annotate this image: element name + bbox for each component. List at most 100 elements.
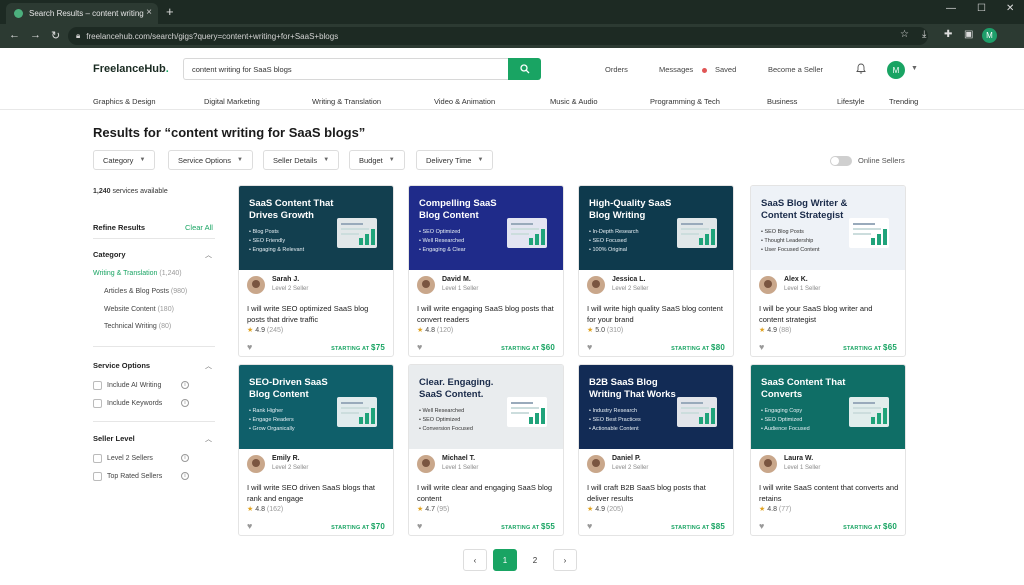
include-keywords-checkbox[interactable] (93, 399, 102, 408)
gig-title[interactable]: I will write high quality SaaS blog cont… (587, 303, 727, 325)
category-link-video-animation[interactable]: Video & Animation (434, 97, 495, 106)
info-icon[interactable]: i (181, 472, 189, 480)
gig-thumbnail[interactable]: Compelling SaaS Blog Content • SEO Optimi… (409, 186, 563, 270)
sidebar-item-website-content[interactable]: Website Content (180) (104, 306, 174, 313)
online-sellers-toggle[interactable] (830, 156, 852, 166)
gig-thumbnail[interactable]: SaaS Content That Drives Growth • Blog Po… (239, 186, 393, 270)
gig-thumbnail[interactable]: B2B SaaS Blog Writing That Works • Indust… (579, 365, 733, 449)
gig-card[interactable]: SaaS Blog Writer & Content Strategist • S… (750, 185, 906, 357)
bookmark-star-icon[interactable]: ☆ (900, 29, 909, 40)
filter-seller-details[interactable]: Seller Details ▼ (263, 150, 340, 170)
seller-name[interactable]: Sarah J. (272, 276, 299, 283)
messages-link[interactable]: Messages (659, 65, 693, 74)
gig-title[interactable]: I will write clear and engaging SaaS blo… (417, 482, 557, 504)
new-tab-icon[interactable]: + (166, 4, 174, 19)
forward-icon[interactable]: → (30, 29, 41, 41)
avatar[interactable] (417, 276, 435, 294)
gig-thumbnail[interactable]: SaaS Content That Converts • Engaging Cop… (751, 365, 905, 449)
info-icon[interactable]: i (181, 454, 189, 462)
avatar[interactable] (417, 455, 435, 473)
gig-card[interactable]: B2B SaaS Blog Writing That Works • Indust… (578, 364, 734, 536)
gig-title[interactable]: I will craft B2B SaaS blog posts that de… (587, 482, 727, 504)
gig-card[interactable]: SEO-Driven SaaS Blog Content • Rank Highe… (238, 364, 394, 536)
favorite-heart-icon[interactable]: ♥ (417, 342, 422, 352)
gig-thumbnail[interactable]: High-Quality SaaS Blog Writing • In-Depth… (579, 186, 733, 270)
sidepanel-icon[interactable]: ▣ (964, 29, 973, 40)
filter-service-options[interactable]: Service Options ▼ (168, 150, 253, 170)
pagination-page-2[interactable]: 2 (523, 549, 547, 571)
category-heading[interactable]: Category (93, 250, 126, 259)
seller-name[interactable]: Jessica L. (612, 276, 645, 283)
gig-title[interactable]: I will be your SaaS blog writer and cont… (759, 303, 899, 325)
search-button[interactable] (508, 58, 541, 80)
gig-card[interactable]: SaaS Content That Converts • Engaging Cop… (750, 364, 906, 536)
avatar[interactable] (247, 276, 265, 294)
top-rated-sellers-checkbox[interactable] (93, 472, 102, 481)
sidebar-item-articles-blog-posts[interactable]: Articles & Blog Posts (980) (104, 288, 187, 295)
seller-name[interactable]: Emily R. (272, 455, 300, 462)
favorite-heart-icon[interactable]: ♥ (587, 342, 592, 352)
filter-budget[interactable]: Budget ▼ (349, 150, 405, 170)
gig-card[interactable]: High-Quality SaaS Blog Writing • In-Depth… (578, 185, 734, 357)
chevron-up-icon[interactable]: ︿ (205, 250, 212, 260)
pagination-next[interactable]: › (553, 549, 577, 571)
category-link-trending[interactable]: Trending (889, 97, 918, 106)
close-tab-icon[interactable]: × (146, 7, 152, 18)
category-link-digital-marketing[interactable]: Digital Marketing (204, 97, 260, 106)
search-input[interactable] (183, 58, 508, 80)
pagination-page-1[interactable]: 1 (493, 549, 517, 571)
favorite-heart-icon[interactable]: ♥ (759, 521, 764, 531)
gig-title[interactable]: I will write SEO driven SaaS blogs that … (247, 482, 387, 504)
filter-delivery-time[interactable]: Delivery Time ▼ (416, 150, 494, 170)
favorite-heart-icon[interactable]: ♥ (247, 521, 252, 531)
info-icon[interactable]: i (181, 399, 189, 407)
category-link-lifestyle[interactable]: Lifestyle (837, 97, 865, 106)
chevron-up-icon[interactable]: ︿ (205, 434, 212, 444)
gig-thumbnail[interactable]: SEO-Driven SaaS Blog Content • Rank Highe… (239, 365, 393, 449)
back-icon[interactable]: ← (9, 29, 20, 41)
gig-card[interactable]: Clear. Engaging. SaaS Content. • Well Res… (408, 364, 564, 536)
avatar[interactable] (759, 455, 777, 473)
include-ai-writing-checkbox[interactable] (93, 381, 102, 390)
category-link-programming-tech[interactable]: Programming & Tech (650, 97, 720, 106)
gig-card[interactable]: SaaS Content That Drives Growth • Blog Po… (238, 185, 394, 357)
chevron-up-icon[interactable]: ︿ (205, 361, 212, 371)
clear-all-link[interactable]: Clear All (185, 223, 213, 232)
site-logo[interactable]: FreelanceHub. (93, 63, 169, 75)
gig-title[interactable]: I will write SEO optimized SaaS blog pos… (247, 303, 387, 325)
pagination-prev[interactable]: ‹ (463, 549, 487, 571)
orders-link[interactable]: Orders (605, 65, 628, 74)
maximize-icon[interactable]: ☐ (977, 3, 986, 14)
category-link-writing-translation[interactable]: Writing & Translation (312, 97, 381, 106)
service-options-heading[interactable]: Service Options (93, 361, 150, 370)
become-seller-link[interactable]: Become a Seller (768, 65, 823, 74)
download-icon[interactable]: ⤓ (922, 29, 926, 40)
seller-name[interactable]: Daniel P. (612, 455, 641, 462)
avatar[interactable] (587, 455, 605, 473)
filter-category[interactable]: Category ▼ (93, 150, 156, 170)
gig-thumbnail[interactable]: SaaS Blog Writer & Content Strategist • S… (751, 186, 905, 270)
favorite-heart-icon[interactable]: ♥ (759, 342, 764, 352)
seller-name[interactable]: Laura W. (784, 455, 813, 462)
saved-link[interactable]: Saved (702, 65, 736, 74)
favorite-heart-icon[interactable]: ♥ (247, 342, 252, 352)
gig-thumbnail[interactable]: Clear. Engaging. SaaS Content. • Well Res… (409, 365, 563, 449)
category-link-music-audio[interactable]: Music & Audio (550, 97, 598, 106)
seller-name[interactable]: David M. (442, 276, 471, 283)
browser-profile-avatar[interactable]: M (982, 28, 997, 43)
avatar[interactable] (247, 455, 265, 473)
avatar[interactable] (587, 276, 605, 294)
avatar[interactable] (759, 276, 777, 294)
favorite-heart-icon[interactable]: ♥ (587, 521, 592, 531)
user-avatar[interactable]: M (887, 61, 905, 79)
chevron-down-icon[interactable]: ▼ (911, 65, 918, 72)
sidebar-item-writing-translation[interactable]: Writing & Translation (1,240) (93, 270, 182, 277)
seller-name[interactable]: Michael T. (442, 455, 475, 462)
seller-name[interactable]: Alex K. (784, 276, 808, 283)
category-link-graphics-design[interactable]: Graphics & Design (93, 97, 156, 106)
reload-icon[interactable]: ↻ (51, 29, 60, 42)
browser-tab[interactable]: Search Results – content writing × (6, 3, 158, 24)
favorite-heart-icon[interactable]: ♥ (417, 521, 422, 531)
gig-card[interactable]: Compelling SaaS Blog Content • SEO Optimi… (408, 185, 564, 357)
category-link-business[interactable]: Business (767, 97, 797, 106)
